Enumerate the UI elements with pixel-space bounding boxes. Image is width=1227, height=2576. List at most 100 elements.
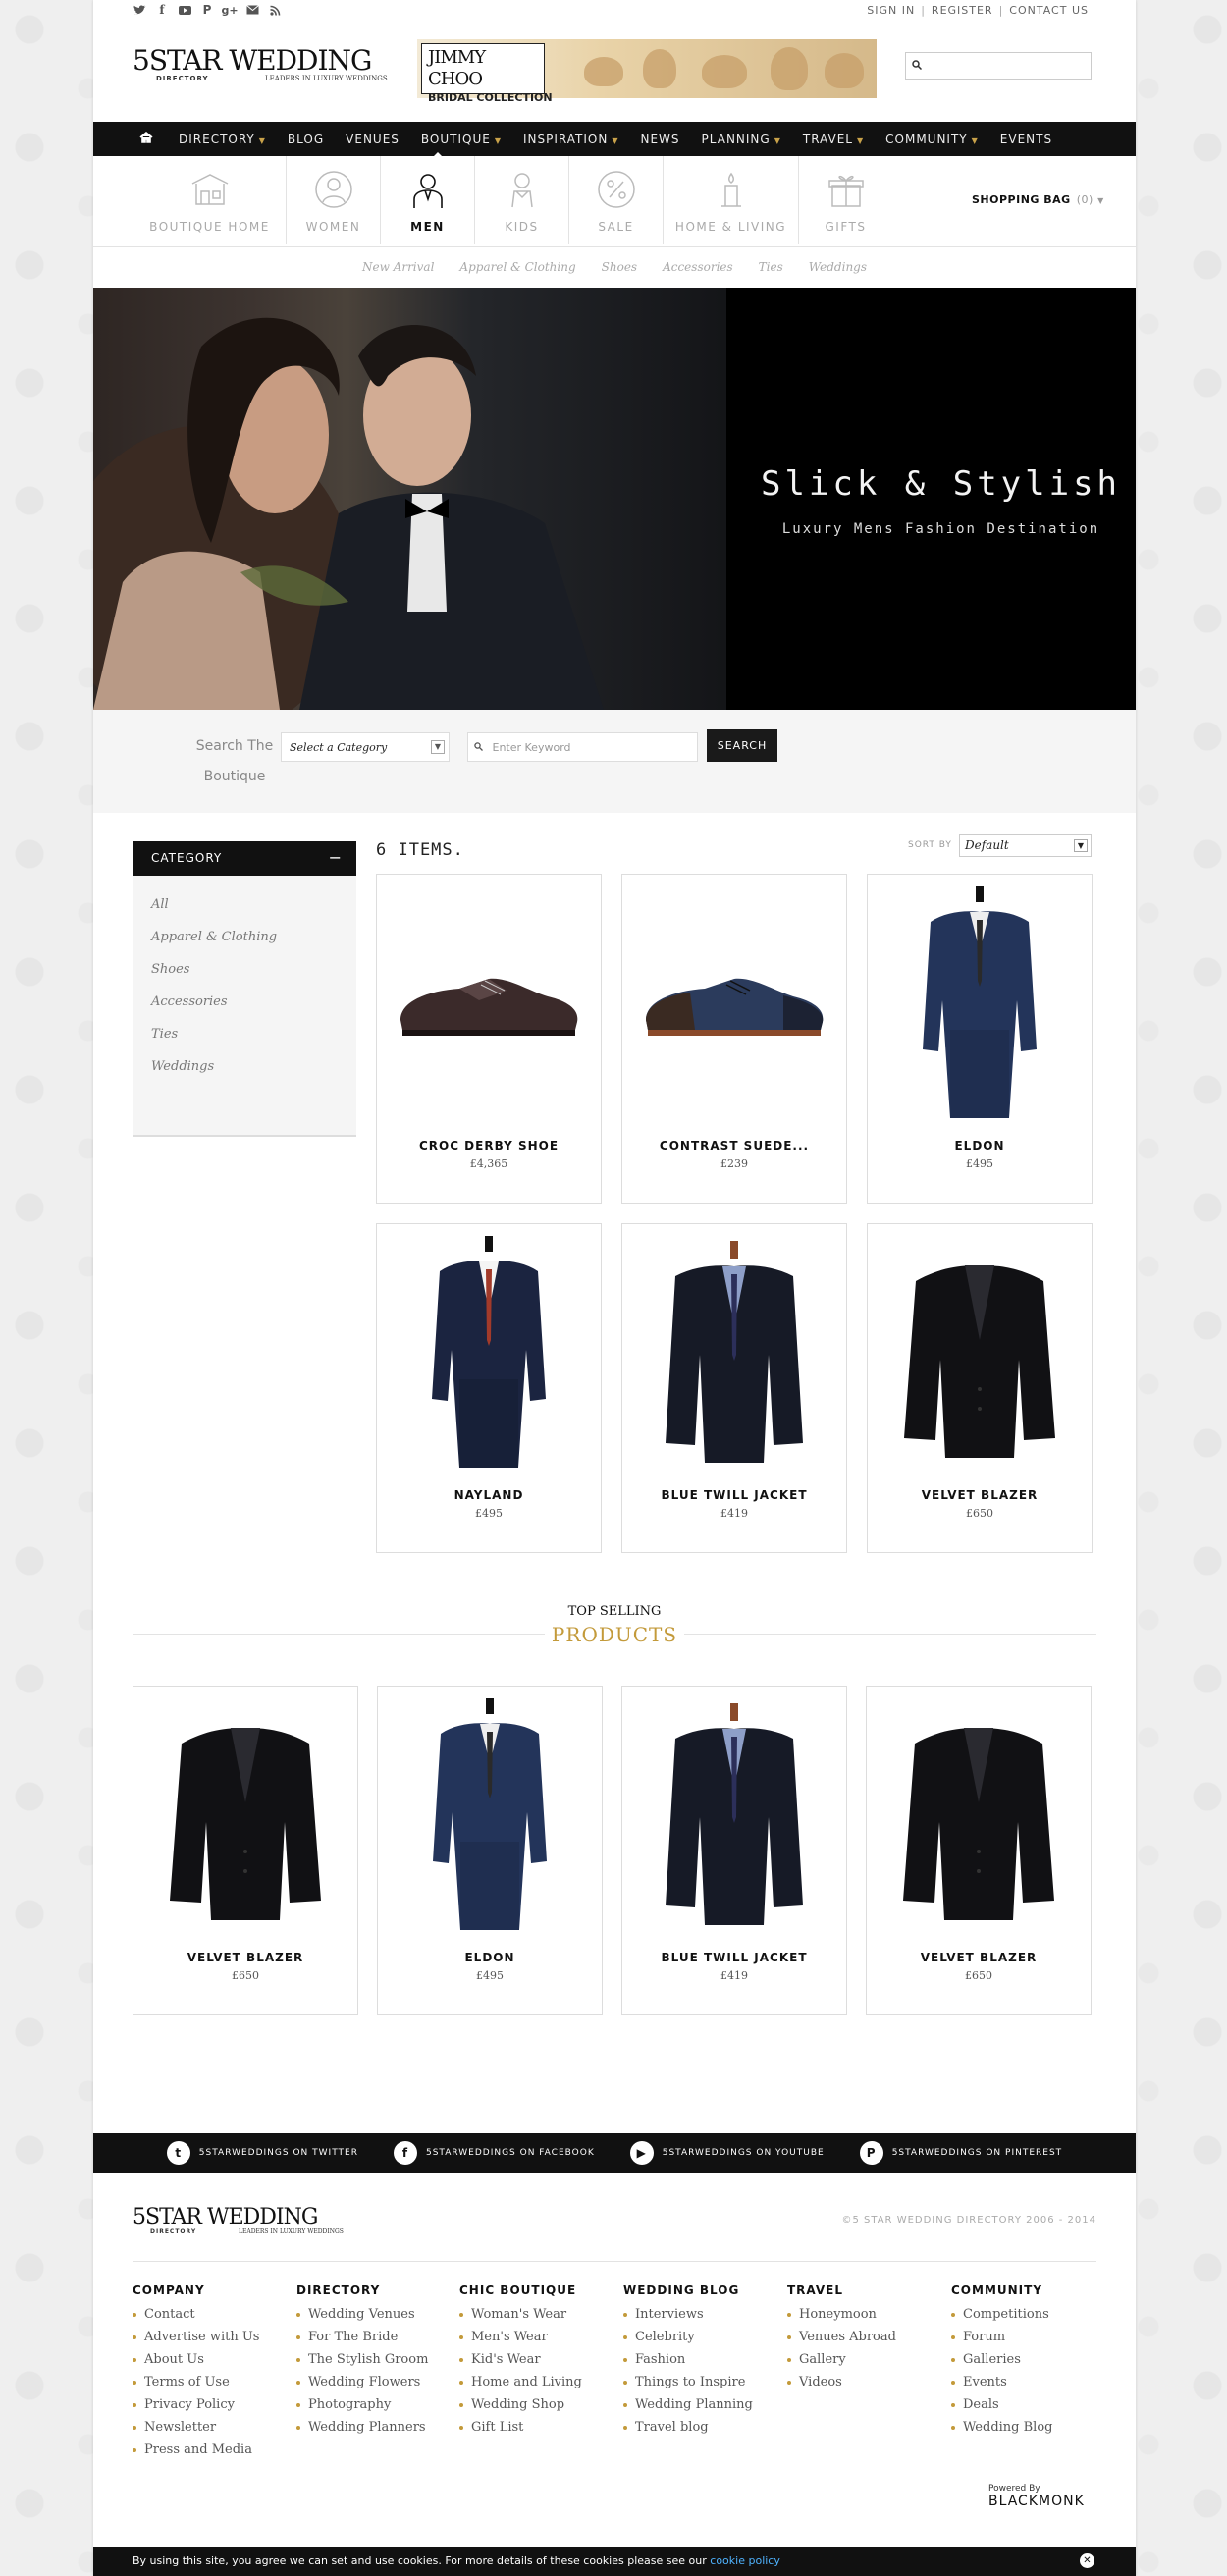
footer-link[interactable]: Home and Living: [459, 2375, 616, 2397]
nav-item-boutique[interactable]: BOUTIQUE ▼: [421, 133, 502, 146]
footer-link[interactable]: Terms of Use: [133, 2375, 290, 2397]
top-selling-card[interactable]: VELVET BLAZER £650: [866, 1686, 1092, 2015]
sublink-ties[interactable]: Ties: [759, 260, 783, 274]
footer-link[interactable]: Wedding Planning: [623, 2397, 780, 2420]
boutique-cat-women[interactable]: WOMEN: [286, 156, 380, 244]
facebook-icon[interactable]: f: [155, 3, 169, 17]
category-item-ties[interactable]: Ties: [151, 1027, 338, 1059]
powered-by-blackmonk[interactable]: Powered By BLACKMONK: [988, 2484, 1085, 2509]
youtube-icon[interactable]: [178, 3, 191, 17]
footer-link[interactable]: Wedding Flowers: [296, 2375, 453, 2397]
nav-item-events[interactable]: EVENTS: [1000, 133, 1052, 146]
top-selling-card[interactable]: ELDON £495: [377, 1686, 603, 2015]
sort-select[interactable]: Default ▼: [959, 834, 1092, 857]
footer-link[interactable]: Celebrity: [623, 2330, 780, 2352]
footer-logo[interactable]: 5STAR WEDDING DIRECTORY LEADERS IN LUXUR…: [133, 2207, 348, 2248]
nav-item-community[interactable]: COMMUNITY ▼: [885, 133, 979, 146]
contact-us-link[interactable]: CONTACT US: [1009, 4, 1089, 17]
footer-link[interactable]: Photography: [296, 2397, 453, 2420]
boutique-cat-kids[interactable]: KIDS: [474, 156, 568, 244]
nav-item-directory[interactable]: DIRECTORY ▼: [179, 133, 266, 146]
register-link[interactable]: REGISTER: [932, 4, 993, 17]
footer-link[interactable]: Woman's Wear: [459, 2307, 616, 2330]
nav-item-inspiration[interactable]: INSPIRATION ▼: [523, 133, 618, 146]
footer-link[interactable]: Advertise with Us: [133, 2330, 290, 2352]
footer-link[interactable]: Fashion: [623, 2352, 780, 2375]
footer-link[interactable]: For The Bride: [296, 2330, 453, 2352]
sublink-new-arrival[interactable]: New Arrival: [362, 260, 434, 274]
cookie-policy-link[interactable]: cookie policy: [710, 2554, 780, 2567]
footer-link[interactable]: Competitions: [951, 2307, 1108, 2330]
footer-link[interactable]: Forum: [951, 2330, 1108, 2352]
footer-link[interactable]: Things to Inspire: [623, 2375, 780, 2397]
footer-link[interactable]: Contact: [133, 2307, 290, 2330]
category-item-all[interactable]: All: [151, 897, 338, 930]
top-selling-card[interactable]: BLUE TWILL JACKET £419: [621, 1686, 847, 2015]
site-search-input[interactable]: [905, 52, 1092, 80]
footer-link[interactable]: Travel blog: [623, 2420, 780, 2442]
footer-link[interactable]: About Us: [133, 2352, 290, 2375]
boutique-cat-sale[interactable]: SALE: [568, 156, 663, 244]
nav-item-travel[interactable]: TRAVEL ▼: [803, 133, 864, 146]
product-card[interactable]: NAYLAND £495: [376, 1223, 602, 1553]
nav-item-news[interactable]: NEWS: [640, 133, 679, 146]
rss-icon[interactable]: [268, 3, 282, 17]
home-icon[interactable]: [139, 131, 153, 147]
product-card[interactable]: ELDON £495: [867, 874, 1093, 1204]
nav-item-blog[interactable]: BLOG: [288, 133, 324, 146]
category-select[interactable]: Select a Category ▼: [281, 732, 450, 762]
nav-item-venues[interactable]: VENUES: [346, 133, 400, 146]
jimmy-choo-banner[interactable]: JIMMY CHOO BRIDAL COLLECTION: [417, 39, 877, 104]
footer-link[interactable]: Wedding Venues: [296, 2307, 453, 2330]
close-icon[interactable]: ✕: [1080, 2553, 1094, 2568]
footer-link[interactable]: Wedding Planners: [296, 2420, 453, 2442]
search-button[interactable]: SEARCH: [707, 729, 777, 762]
pinterest-link[interactable]: P 5STARWEDDINGS ON PINTEREST: [859, 2141, 1063, 2165]
keyword-input[interactable]: Enter Keyword: [467, 732, 698, 762]
footer-link[interactable]: Deals: [951, 2397, 1108, 2420]
sublink-weddings[interactable]: Weddings: [809, 260, 867, 274]
footer-link[interactable]: Privacy Policy: [133, 2397, 290, 2420]
category-item-shoes[interactable]: Shoes: [151, 962, 338, 994]
footer-link[interactable]: Interviews: [623, 2307, 780, 2330]
shopping-bag-link[interactable]: SHOPPING BAG (0) ▼: [972, 193, 1104, 206]
footer-link[interactable]: Gift List: [459, 2420, 616, 2442]
footer-link[interactable]: Galleries: [951, 2352, 1108, 2375]
nav-item-planning[interactable]: PLANNING ▼: [702, 133, 781, 146]
google-plus-icon[interactable]: g+: [221, 3, 238, 17]
boutique-cat-gifts[interactable]: GIFTS: [798, 156, 892, 244]
product-card[interactable]: CONTRAST SUEDE... £239: [621, 874, 847, 1204]
boutique-cat-home-living[interactable]: HOME & LIVING: [663, 156, 798, 244]
boutique-cat-men[interactable]: MEN: [380, 156, 474, 244]
twitter-icon[interactable]: [133, 3, 146, 17]
footer-link[interactable]: Gallery: [787, 2352, 944, 2375]
footer-link[interactable]: Men's Wear: [459, 2330, 616, 2352]
product-card[interactable]: VELVET BLAZER £650: [867, 1223, 1093, 1553]
footer-link[interactable]: Wedding Blog: [951, 2420, 1108, 2442]
top-selling-card[interactable]: VELVET BLAZER £650: [133, 1686, 358, 2015]
twitter-link[interactable]: t 5STARWEDDINGS ON TWITTER: [166, 2141, 358, 2165]
footer-link[interactable]: Honeymoon: [787, 2307, 944, 2330]
sublink-accessories[interactable]: Accessories: [663, 260, 733, 274]
site-logo[interactable]: 5STAR WEDDING DIRECTORY LEADERS IN LUXUR…: [133, 47, 390, 88]
category-item-apparel[interactable]: Apparel & Clothing: [151, 930, 338, 962]
sublink-shoes[interactable]: Shoes: [602, 260, 637, 274]
product-card[interactable]: CROC DERBY SHOE £4,365: [376, 874, 602, 1204]
category-item-accessories[interactable]: Accessories: [151, 994, 338, 1027]
sublink-apparel[interactable]: Apparel & Clothing: [459, 260, 575, 274]
footer-link[interactable]: Events: [951, 2375, 1108, 2397]
boutique-cat-home[interactable]: BOUTIQUE HOME: [133, 156, 286, 244]
category-sidebar-header[interactable]: CATEGORY −: [133, 841, 356, 876]
email-icon[interactable]: [245, 3, 259, 17]
category-item-weddings[interactable]: Weddings: [151, 1059, 338, 1092]
footer-link[interactable]: Venues Abroad: [787, 2330, 944, 2352]
pinterest-icon[interactable]: P: [200, 3, 214, 17]
sign-in-link[interactable]: SIGN IN: [867, 4, 915, 17]
footer-link[interactable]: The Stylish Groom: [296, 2352, 453, 2375]
collapse-icon[interactable]: −: [329, 848, 343, 867]
footer-link[interactable]: Videos: [787, 2375, 944, 2397]
footer-link[interactable]: Newsletter: [133, 2420, 290, 2442]
product-card[interactable]: BLUE TWILL JACKET £419: [621, 1223, 847, 1553]
footer-link[interactable]: Wedding Shop: [459, 2397, 616, 2420]
footer-link[interactable]: Press and Media: [133, 2442, 290, 2465]
